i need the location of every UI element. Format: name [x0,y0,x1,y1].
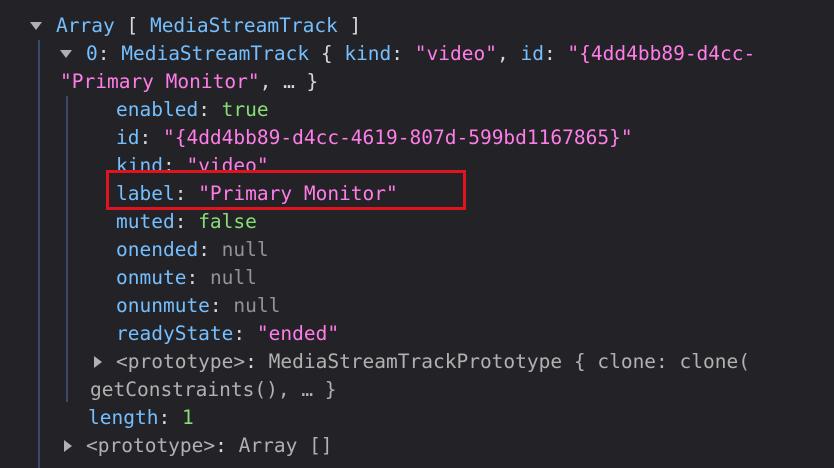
item-prototype-continuation: getConstraints(), … } [90,376,337,404]
array-label: Array [56,14,115,37]
prototype-key: <prototype> [86,434,216,457]
prop-id: id: "{4dd4bb89-d4cc-4619-807d-599bd11678… [116,126,633,149]
array-close-bracket: ] [349,14,362,37]
tree-node-array[interactable]: Array [ MediaStreamTrack ] [30,12,361,40]
expand-arrow-icon[interactable] [94,356,102,368]
prop-muted: muted: false [116,210,257,233]
highlight-box [106,170,466,210]
indent-guide-root [38,40,40,468]
prototype-value: MediaStreamTrackPrototype { clone: clone… [268,350,750,373]
indent-guide-item0 [66,96,68,402]
prop-value: true [221,98,269,121]
prop-value: 1 [181,406,194,429]
preview-label-value: "Primary Monitor" [60,70,260,93]
prop-enabled: enabled: true [116,98,269,121]
prop-onmute: onmute: null [116,266,257,289]
preview-kind-key: kind [344,42,392,65]
preview-ellipsis: , … } [259,70,319,93]
prototype-continuation: getConstraints(), … } [90,378,337,401]
preview-id-key: id [520,42,544,65]
expand-arrow-icon[interactable] [30,22,42,30]
prop-key: muted [116,210,175,233]
prop-value: null [209,266,257,289]
prop-onended: onended: null [116,238,269,261]
prop-onunmute: onunmute: null [116,294,281,317]
prop-key: readyState [116,322,234,345]
tree-node-item-0[interactable]: 0: MediaStreamTrack { kind: "video", id:… [60,40,755,68]
prop-value: null [221,238,269,261]
prop-readystate: readyState: "ended" [116,322,340,345]
prop-value: "{4dd4bb89-d4cc-4619-807d-599bd1167865}" [162,126,633,149]
expand-arrow-icon[interactable] [60,50,72,58]
prop-value: false [198,210,257,233]
prototype-key: <prototype> [116,350,246,373]
item-type: MediaStreamTrack [121,42,310,65]
prop-key: id [116,126,140,149]
preview-id-value: "{4dd4bb89-d4cc- [567,42,756,65]
prop-key: length [88,406,159,429]
prop-value: "ended" [256,322,340,345]
tree-node-array-prototype[interactable]: <prototype>: Array [] [62,432,333,460]
item-0-preview-continuation: "Primary Monitor", … } [60,68,318,96]
prop-length: length: 1 [88,406,194,429]
array-item-type: MediaStreamTrack [149,14,338,37]
prop-key: onmute [116,266,187,289]
prop-value: null [233,294,281,317]
prototype-value: Array [] [238,434,333,457]
item-brace-open: { [320,42,333,65]
preview-kind-value: "video" [414,42,497,65]
prop-key: enabled [116,98,199,121]
item-index: 0 [86,42,98,65]
prop-key: onended [116,238,199,261]
array-open-bracket: [ [126,14,139,37]
prop-key: onunmute [116,294,210,317]
tree-node-item-prototype[interactable]: <prototype>: MediaStreamTrackPrototype {… [92,348,750,376]
expand-arrow-icon[interactable] [64,440,72,452]
